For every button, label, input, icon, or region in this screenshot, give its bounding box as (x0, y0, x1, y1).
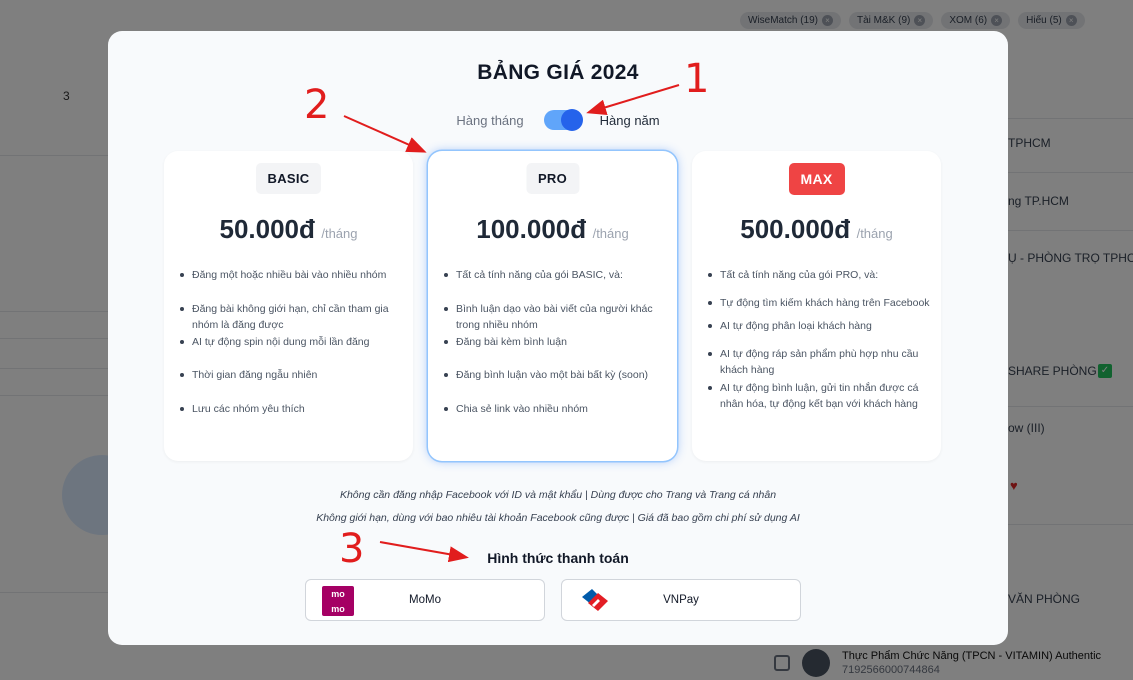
annotation-number-2: 2 (304, 82, 329, 128)
annotation-number-3: 3 (339, 526, 364, 572)
annotation-layer: 1 2 3 (304, 56, 709, 572)
annotation-arrow-3 (379, 541, 469, 563)
annotation-number-1: 1 (684, 56, 709, 102)
annotation-arrow-2 (343, 115, 427, 153)
annotation-arrow-1 (586, 84, 680, 116)
